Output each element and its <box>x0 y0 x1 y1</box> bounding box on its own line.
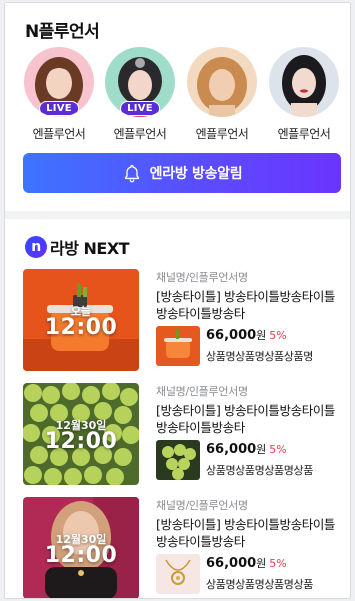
influencer-section-title: N플루언서 <box>25 22 100 42</box>
product-price: 66,000원 5% <box>206 442 287 457</box>
product-thumbnail <box>156 440 200 480</box>
broadcast-info: 채널명/인플루언서명 [방송타이틀] 방송타이틀방송타이틀방송타이틀방송타 66… <box>156 269 346 366</box>
next-section-title: n 라방 NEXT <box>25 235 130 259</box>
section-divider <box>5 211 350 219</box>
avatar: LIVE <box>105 47 175 117</box>
bell-icon <box>124 164 139 183</box>
n-logo-icon: n <box>25 236 47 258</box>
discount-rate: 5% <box>269 443 287 456</box>
broadcast-title[interactable]: [방송타이틀] 방송타이틀방송타이틀방송타이틀방송타 <box>156 402 342 436</box>
product-thumbnail <box>156 326 200 366</box>
broadcast-card[interactable]: 12월30일 12:00 채널명/인플루언서명 [방송타이틀] 방송타이틀방송타… <box>23 497 341 598</box>
product-name: 상품명상품명상품명상품 <box>206 464 313 477</box>
influencer-name: 엔플루언서 <box>277 127 331 141</box>
product-name: 상품명상품명상품상품명 <box>206 350 313 363</box>
influencer-name: 엔플루언서 <box>195 127 249 141</box>
broadcast-thumbnail[interactable]: 12월30일 12:00 <box>23 383 139 485</box>
influencer-carousel[interactable]: LIVE 엔플루언서 LIVE 엔플루언서 엔플루언서 엔플루언서 <box>21 47 350 147</box>
broadcast-title[interactable]: [방송타이틀] 방송타이틀방송타이틀방송타이틀방송타 <box>156 288 342 322</box>
influencer-item[interactable]: LIVE 엔플루언서 <box>21 47 97 142</box>
broadcast-title[interactable]: [방송타이틀] 방송타이틀방송타이틀방송타이틀방송타 <box>156 516 342 550</box>
broadcast-time: 12:00 <box>44 429 118 454</box>
discount-rate: 5% <box>269 557 287 570</box>
channel-name[interactable]: 채널명/인플루언서명 <box>156 497 346 513</box>
alarm-button-label: 엔라방 방송알림 <box>149 166 243 182</box>
broadcast-alarm-button[interactable]: 엔라방 방송알림 <box>23 153 341 193</box>
channel-name[interactable]: 채널명/인플루언서명 <box>156 383 346 399</box>
broadcast-thumbnail[interactable]: 오늘 12:00 <box>23 269 139 371</box>
broadcast-card[interactable]: 오늘 12:00 채널명/인플루언서명 [방송타이틀] 방송타이틀방송타이틀방송… <box>23 269 341 373</box>
broadcast-info: 채널명/인플루언서명 [방송타이틀] 방송타이틀방송타이틀방송타이틀방송타 66… <box>156 497 346 594</box>
product-row[interactable]: 66,000원 5% 상품명상품명상품명상품 <box>156 554 346 594</box>
influencer-name: 엔플루언서 <box>32 127 86 141</box>
product-name: 상품명상품명상품명상품 <box>206 578 313 591</box>
influencer-name: 엔플루언서 <box>113 127 167 141</box>
broadcast-thumbnail[interactable]: 12월30일 12:00 <box>23 497 139 598</box>
channel-name[interactable]: 채널명/인플루언서명 <box>156 269 346 285</box>
broadcast-time: 12:00 <box>44 543 118 568</box>
avatar: LIVE <box>24 47 94 117</box>
product-row[interactable]: 66,000원 5% 상품명상품명상품명상품 <box>156 440 346 480</box>
product-thumbnail <box>156 554 200 594</box>
broadcast-card[interactable]: 12월30일 12:00 채널명/인플루언서명 [방송타이틀] 방송타이틀방송타… <box>23 383 341 487</box>
avatar <box>269 47 339 117</box>
live-badge: LIVE <box>120 101 160 116</box>
influencer-item[interactable]: LIVE 엔플루언서 <box>102 47 178 142</box>
influencer-item[interactable]: 엔플루언서 <box>266 47 342 142</box>
app-frame: N플루언서 LIVE 엔플루언서 LIVE 엔플루언서 엔플루언서 엔플루언서 … <box>4 2 351 599</box>
broadcast-time: 12:00 <box>44 315 118 340</box>
product-price: 66,000원 5% <box>206 556 287 571</box>
product-price: 66,000원 5% <box>206 328 287 343</box>
influencer-item[interactable]: 엔플루언서 <box>184 47 260 142</box>
broadcast-info: 채널명/인플루언서명 [방송타이틀] 방송타이틀방송타이틀방송타이틀방송타 66… <box>156 383 346 480</box>
live-badge: LIVE <box>39 101 79 116</box>
avatar <box>187 47 257 117</box>
product-row[interactable]: 66,000원 5% 상품명상품명상품상품명 <box>156 326 346 366</box>
discount-rate: 5% <box>269 329 287 342</box>
next-title-text: 라방 NEXT <box>50 239 130 258</box>
